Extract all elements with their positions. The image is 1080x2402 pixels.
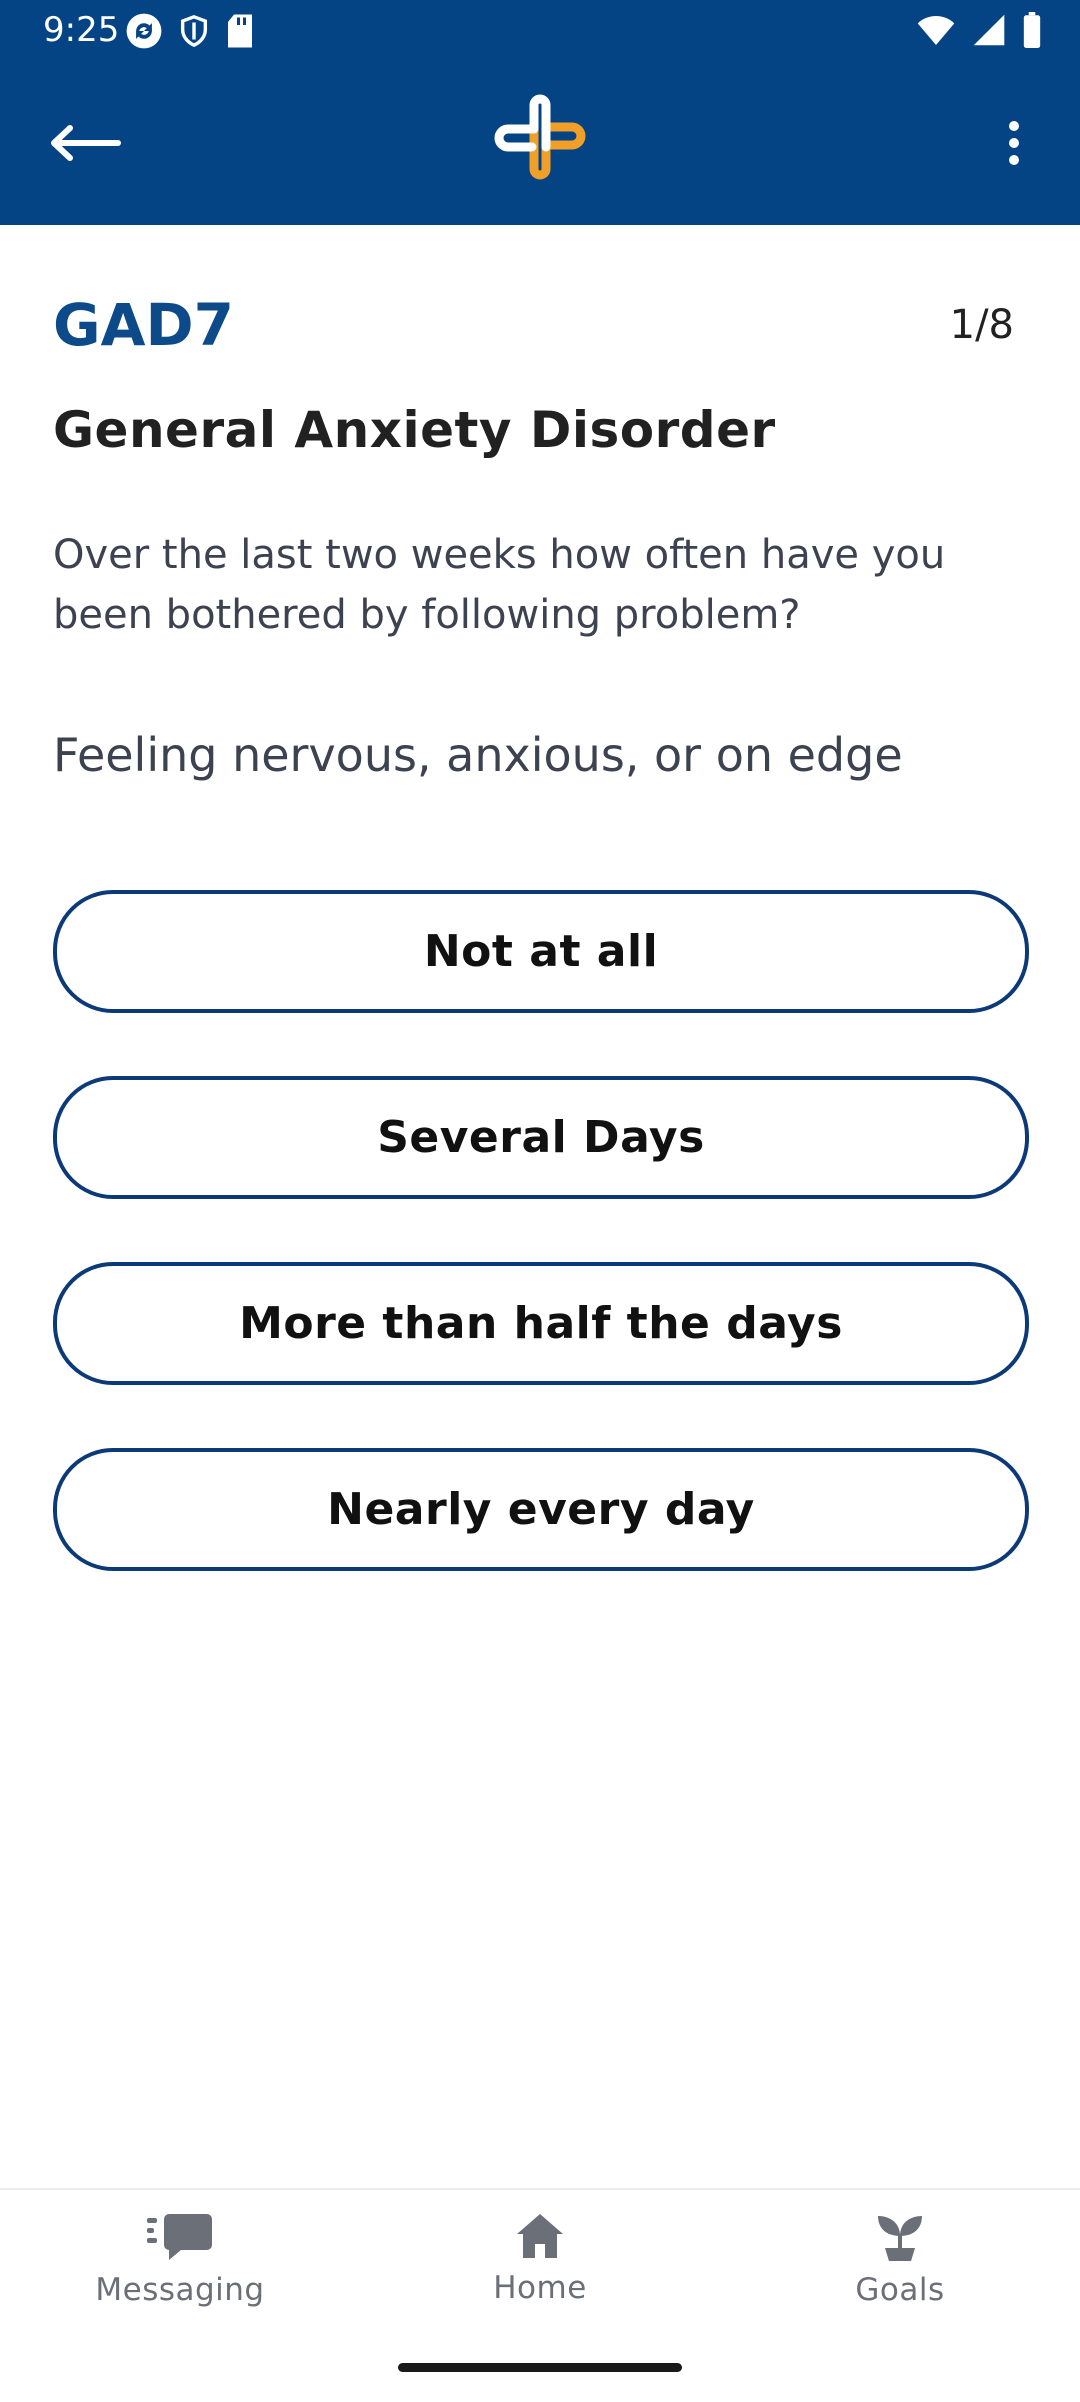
answer-option-not-at-all[interactable]: Not at all (53, 890, 1029, 1013)
status-time: 9:25 (43, 10, 120, 50)
header: 9:25 (0, 0, 1080, 225)
answer-option-nearly-every-day[interactable]: Nearly every day (53, 1448, 1029, 1571)
home-icon (515, 2212, 565, 2260)
app-logo (490, 87, 590, 187)
survey-title: General Anxiety Disorder (53, 401, 776, 459)
nav-label-home: Home (493, 2270, 587, 2306)
sprout-icon (875, 2212, 925, 2262)
nav-label-messaging: Messaging (95, 2272, 265, 2308)
question-progress: 1/8 (949, 302, 1014, 348)
wifi-icon (916, 13, 956, 47)
app-logo-cross-icon (490, 87, 590, 187)
status-icons-right (916, 12, 1042, 48)
sd-card-icon (225, 13, 255, 49)
sync-icon (125, 12, 163, 50)
battery-icon (1022, 12, 1042, 48)
app-bar (0, 62, 1080, 225)
question-text: Feeling nervous, anxious, or on edge (53, 728, 903, 782)
nav-item-messaging[interactable]: Messaging (50, 2212, 310, 2332)
answer-option-several-days[interactable]: Several Days (53, 1076, 1029, 1199)
home-indicator[interactable] (398, 2363, 682, 2372)
nav-label-goals: Goals (855, 2272, 945, 2308)
back-button[interactable] (40, 107, 130, 179)
survey-code: GAD7 (53, 291, 234, 359)
shield-icon (177, 12, 211, 50)
status-bar: 9:25 (0, 0, 1080, 62)
nav-item-home[interactable]: Home (410, 2212, 670, 2332)
chat-icon (147, 2212, 213, 2262)
nav-item-goals[interactable]: Goals (770, 2212, 1030, 2332)
more-vertical-icon (1007, 119, 1021, 167)
arrow-left-icon (48, 123, 122, 163)
survey-instruction: Over the last two weeks how often have y… (53, 532, 946, 638)
answer-option-more-than-half[interactable]: More than half the days (53, 1262, 1029, 1385)
status-icons-left (125, 12, 255, 50)
more-options-button[interactable] (984, 107, 1044, 179)
signal-icon (972, 13, 1006, 47)
